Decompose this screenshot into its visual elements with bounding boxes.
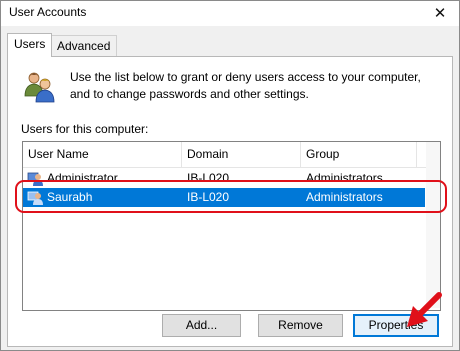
tab-advanced[interactable]: Advanced: [50, 35, 118, 57]
add-button[interactable]: Add...: [162, 314, 241, 337]
close-icon[interactable]: ✕: [427, 2, 453, 24]
remove-button[interactable]: Remove: [258, 314, 343, 337]
list-header: User Name Domain Group: [23, 142, 440, 168]
column-header-spacer: [416, 142, 426, 167]
list-scroll-track[interactable]: [426, 142, 440, 308]
column-header-group[interactable]: Group: [300, 142, 416, 167]
column-header-user-name[interactable]: User Name: [23, 142, 181, 167]
users-list[interactable]: User Name Domain Group Administrator IB-…: [22, 141, 441, 311]
users-tab-panel: Use the list below to grant or deny user…: [7, 56, 453, 347]
selection-highlight-annotation: [15, 180, 447, 213]
intro-text: Use the list below to grant or deny user…: [70, 70, 421, 101]
arrow-annotation: [407, 292, 442, 327]
users-list-label: Users for this computer:: [21, 122, 149, 136]
user-accounts-window: User Accounts ✕ Users Advanced Use the l…: [0, 0, 460, 351]
window-title: User Accounts: [9, 5, 87, 19]
title-bar: User Accounts ✕: [1, 1, 459, 26]
tab-users[interactable]: Users: [7, 33, 53, 57]
column-header-domain[interactable]: Domain: [181, 142, 300, 167]
users-icon: [24, 72, 55, 103]
